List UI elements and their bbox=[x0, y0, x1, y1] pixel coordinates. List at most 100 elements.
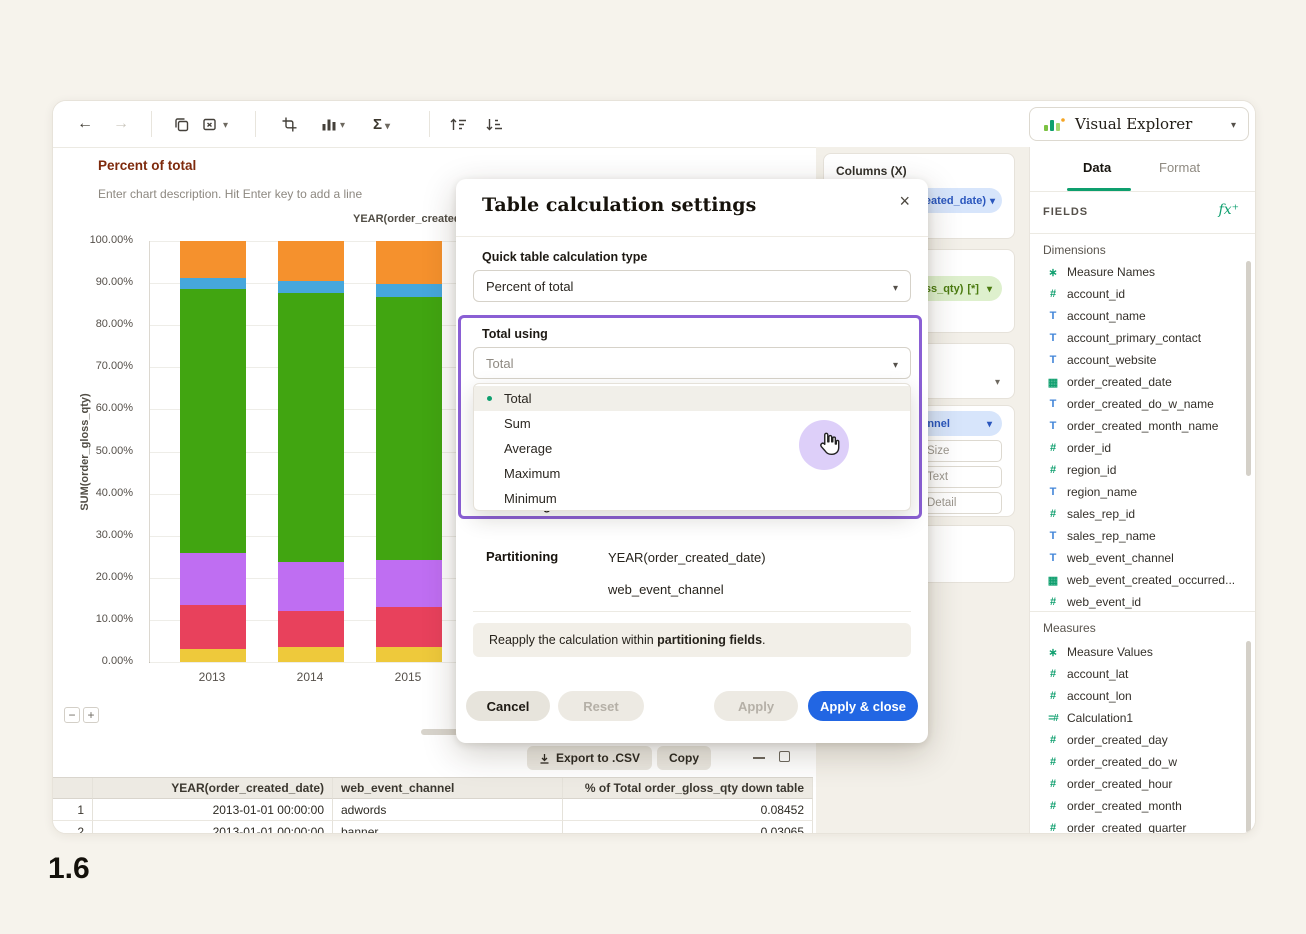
field-web_event_created_occurred...[interactable]: ▦web_event_created_occurred... bbox=[1030, 569, 1242, 591]
field-order_created_date[interactable]: ▦order_created_date bbox=[1030, 371, 1242, 393]
crop-button[interactable] bbox=[281, 112, 298, 136]
duplicate-button[interactable] bbox=[173, 112, 190, 136]
bar-segment-green[interactable] bbox=[180, 289, 246, 553]
y-axis-tick: 30.00% bbox=[53, 529, 133, 541]
field-order_created_month[interactable]: #order_created_month bbox=[1030, 795, 1242, 817]
bar-segment-yellow[interactable] bbox=[376, 647, 442, 662]
selected-option-bullet bbox=[487, 396, 492, 401]
chevron-down-icon[interactable] bbox=[995, 372, 1000, 390]
chart-type-button[interactable] bbox=[321, 112, 345, 136]
field-account_website[interactable]: Taccount_website bbox=[1030, 349, 1242, 371]
field-order_created_hour[interactable]: #order_created_hour bbox=[1030, 773, 1242, 795]
back-button[interactable]: ← bbox=[77, 112, 93, 136]
table-header-cell: YEAR(order_created_date) bbox=[93, 778, 333, 799]
table-cell: 0.08452 bbox=[563, 799, 813, 821]
total-using-select[interactable]: Total bbox=[473, 347, 911, 379]
bar-segment-purple[interactable] bbox=[180, 553, 246, 606]
bar-segment-red[interactable] bbox=[278, 611, 344, 647]
field-order_created_do_w[interactable]: #order_created_do_w bbox=[1030, 751, 1242, 773]
visual-explorer-menu-button[interactable]: Visual Explorer bbox=[1029, 107, 1249, 141]
chart-description-placeholder[interactable]: Enter chart description. Hit Enter key t… bbox=[98, 187, 362, 201]
field-order_created_month_name[interactable]: Torder_created_month_name bbox=[1030, 415, 1242, 437]
stacked-bar-2013[interactable] bbox=[180, 241, 246, 662]
dropdown-option-maximum[interactable]: Maximum bbox=[474, 461, 910, 486]
field-Calculation1[interactable]: =#Calculation1 bbox=[1030, 707, 1242, 729]
bar-segment-orange[interactable] bbox=[376, 241, 442, 284]
close-icon[interactable]: × bbox=[899, 191, 910, 212]
field-label: order_created_do_w_name bbox=[1067, 397, 1214, 411]
field-type-number-icon: # bbox=[1046, 778, 1060, 790]
collapse-icon[interactable] bbox=[753, 757, 765, 759]
bar-segment-red[interactable] bbox=[180, 605, 246, 648]
reset-button[interactable]: Reset bbox=[558, 691, 644, 721]
sort-ascending-button[interactable] bbox=[449, 112, 467, 136]
marks-slot-text[interactable]: Text bbox=[918, 466, 1002, 488]
aggregate-button[interactable]: Σ bbox=[373, 112, 390, 136]
bar-segment-blue[interactable] bbox=[278, 281, 344, 293]
apply-and-close-button[interactable]: Apply & close bbox=[808, 691, 918, 721]
field-region_id[interactable]: #region_id bbox=[1030, 459, 1242, 481]
field-sales_rep_id[interactable]: #sales_rep_id bbox=[1030, 503, 1242, 525]
field-region_name[interactable]: Tregion_name bbox=[1030, 481, 1242, 503]
stacked-bar-2015[interactable] bbox=[376, 241, 442, 662]
measures-list: ∗Measure Values#account_lat#account_lon=… bbox=[1030, 641, 1242, 833]
crop-icon bbox=[281, 116, 298, 133]
field-account_lat[interactable]: #account_lat bbox=[1030, 663, 1242, 685]
bar-segment-blue[interactable] bbox=[180, 278, 246, 289]
dropdown-option-total[interactable]: Total bbox=[474, 386, 910, 411]
field-Measure Names[interactable]: ∗Measure Names bbox=[1030, 261, 1242, 283]
marks-slot-detail[interactable]: Detail bbox=[918, 492, 1002, 514]
field-account_name[interactable]: Taccount_name bbox=[1030, 305, 1242, 327]
apply-button[interactable]: Apply bbox=[714, 691, 798, 721]
chevron-down-icon bbox=[990, 195, 995, 207]
table-calculation-settings-dialog: Table calculation settings × Quick table… bbox=[456, 179, 928, 743]
field-account_id[interactable]: #account_id bbox=[1030, 283, 1242, 305]
table-row[interactable]: 12013-01-01 00:00:00adwords0.08452 bbox=[53, 799, 813, 821]
add-calculation-icon[interactable]: fx⁺ bbox=[1219, 202, 1239, 218]
bar-segment-purple[interactable] bbox=[278, 562, 344, 612]
bar-segment-purple[interactable] bbox=[376, 560, 442, 608]
field-account_lon[interactable]: #account_lon bbox=[1030, 685, 1242, 707]
export-csv-button[interactable]: Export to .CSV bbox=[527, 746, 652, 770]
tab-data[interactable]: Data bbox=[1083, 160, 1111, 175]
field-web_event_id[interactable]: #web_event_id bbox=[1030, 591, 1242, 611]
table-row[interactable]: 22013-01-01 00:00:00banner0.03065 bbox=[53, 821, 813, 834]
expand-icon[interactable] bbox=[779, 751, 790, 762]
field-web_event_channel[interactable]: Tweb_event_channel bbox=[1030, 547, 1242, 569]
field-type-number-icon: # bbox=[1046, 734, 1060, 746]
chevron-down-icon bbox=[1231, 115, 1236, 133]
field-sales_rep_name[interactable]: Tsales_rep_name bbox=[1030, 525, 1242, 547]
sort-descending-button[interactable] bbox=[485, 112, 503, 136]
bar-segment-green[interactable] bbox=[278, 293, 344, 562]
measures-scrollbar[interactable] bbox=[1246, 641, 1251, 833]
field-order_created_do_w_name[interactable]: Torder_created_do_w_name bbox=[1030, 393, 1242, 415]
field-order_created_day[interactable]: #order_created_day bbox=[1030, 729, 1242, 751]
zoom-in-button[interactable]: + bbox=[83, 707, 99, 723]
forward-button[interactable]: → bbox=[113, 112, 129, 136]
copy-button[interactable]: Copy bbox=[657, 746, 711, 770]
cancel-button[interactable]: Cancel bbox=[466, 691, 550, 721]
tab-format[interactable]: Format bbox=[1159, 160, 1200, 175]
field-order_id[interactable]: #order_id bbox=[1030, 437, 1242, 459]
field-order_created_quarter[interactable]: #order_created_quarter bbox=[1030, 817, 1242, 833]
bar-segment-yellow[interactable] bbox=[278, 647, 344, 662]
dimensions-scrollbar[interactable] bbox=[1246, 261, 1251, 476]
field-Measure Values[interactable]: ∗Measure Values bbox=[1030, 641, 1242, 663]
bar-segment-blue[interactable] bbox=[376, 284, 442, 297]
stacked-bar-2014[interactable] bbox=[278, 241, 344, 662]
bar-segment-green[interactable] bbox=[376, 297, 442, 560]
duplicate-remove-button[interactable] bbox=[201, 112, 228, 136]
bar-segment-red[interactable] bbox=[376, 607, 442, 647]
chart-title[interactable]: Percent of total bbox=[98, 158, 196, 173]
field-account_primary_contact[interactable]: Taccount_primary_contact bbox=[1030, 327, 1242, 349]
table-header-cell bbox=[53, 778, 93, 799]
quick-calc-select[interactable]: Percent of total bbox=[473, 270, 911, 302]
y-axis-tick: 40.00% bbox=[53, 487, 133, 499]
bar-segment-orange[interactable] bbox=[278, 241, 344, 281]
field-label: order_id bbox=[1067, 441, 1111, 455]
bar-segment-yellow[interactable] bbox=[180, 649, 246, 662]
marks-slot-size[interactable]: Size bbox=[918, 440, 1002, 462]
bar-segment-orange[interactable] bbox=[180, 241, 246, 278]
zoom-out-button[interactable]: − bbox=[64, 707, 80, 723]
dropdown-option-minimum[interactable]: Minimum bbox=[474, 486, 910, 511]
